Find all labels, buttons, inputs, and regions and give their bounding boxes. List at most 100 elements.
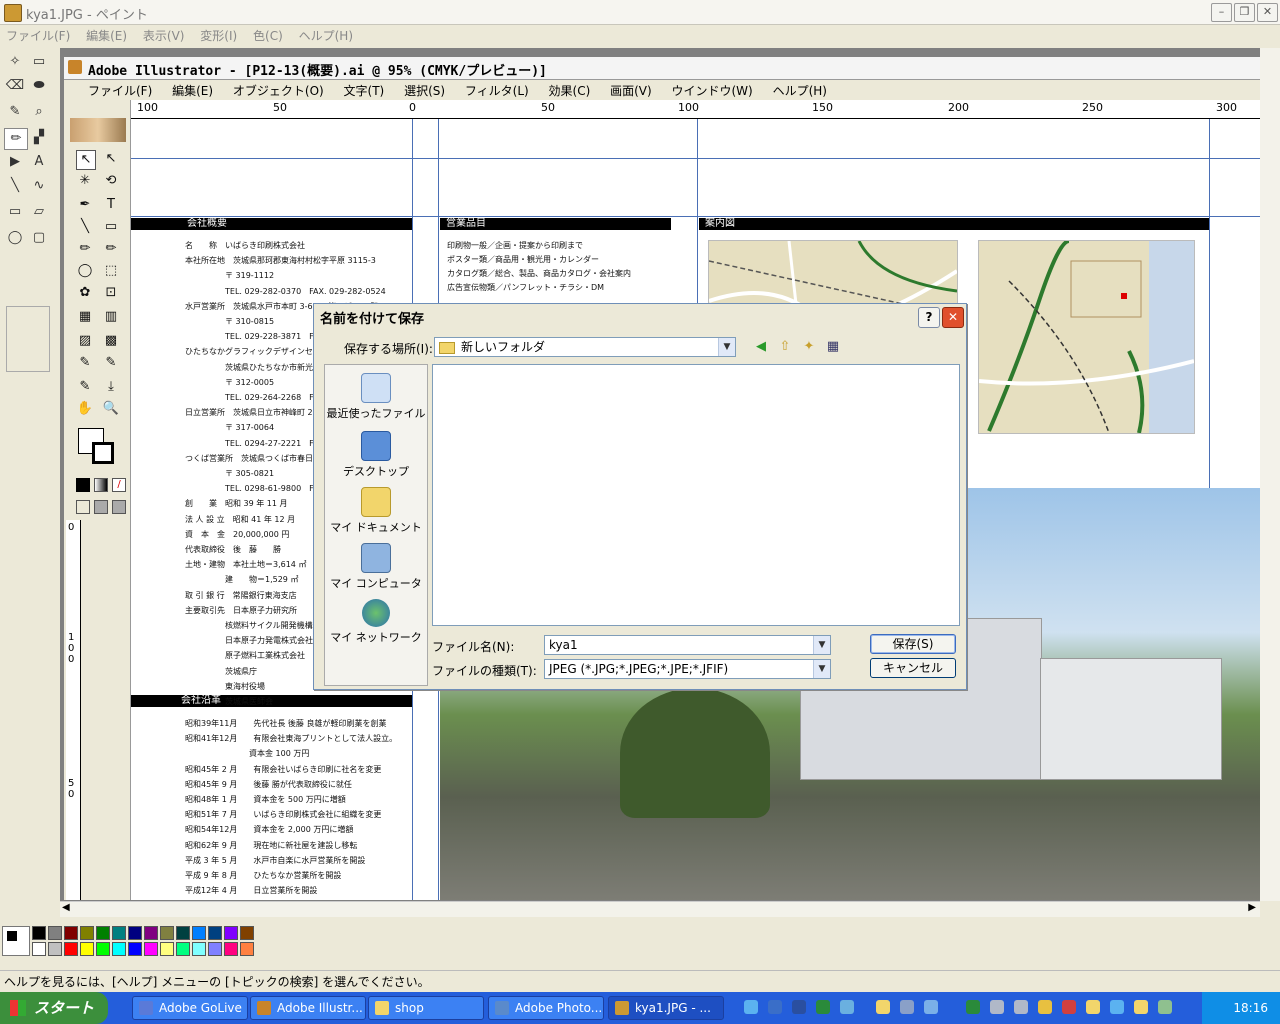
screen-mode-1-button[interactable] — [76, 500, 90, 514]
gradient-mode-button[interactable] — [94, 478, 108, 492]
start-button[interactable]: スタート — [0, 992, 108, 1024]
scale-icon[interactable]: ⬚ — [102, 262, 120, 280]
excel-icon[interactable] — [816, 1000, 830, 1014]
app-icon[interactable] — [1158, 1000, 1172, 1014]
palette-swatch[interactable] — [176, 942, 190, 956]
line-icon[interactable]: ╲ — [4, 176, 26, 196]
menu-help[interactable]: ヘルプ(H) — [293, 25, 359, 46]
dialog-close-button[interactable]: ✕ — [942, 307, 964, 328]
graph-icon[interactable]: ▥ — [102, 308, 120, 326]
palette-swatch[interactable] — [96, 942, 110, 956]
filetype-dropdown[interactable]: JPEG (*.JPG;*.JPEG;*.JPE;*.JFIF) ▼ — [544, 659, 831, 679]
palette-swatch[interactable] — [144, 926, 158, 940]
palette-swatch[interactable] — [224, 942, 238, 956]
polygon-icon[interactable]: ▱ — [28, 202, 50, 222]
free-transform-icon[interactable]: ⊡ — [102, 284, 120, 302]
task-illustrator[interactable]: Adobe Illustr... — [250, 996, 366, 1020]
pencil-tool-icon[interactable]: ✏ — [102, 240, 120, 258]
stroke-swatch[interactable] — [92, 442, 114, 464]
up-folder-icon[interactable]: ⇧ — [776, 338, 794, 356]
place-my-computer[interactable]: マイ コンピュータ — [325, 543, 427, 591]
curve-icon[interactable]: ∿ — [28, 176, 50, 196]
picker-icon[interactable]: ✎ — [4, 102, 26, 122]
warp-icon[interactable]: ✿ — [76, 284, 94, 302]
palette-swatch[interactable] — [224, 926, 238, 940]
palette-swatch[interactable] — [208, 942, 222, 956]
palette-swatch[interactable] — [96, 926, 110, 940]
app-icon[interactable] — [966, 1000, 980, 1014]
chevron-down-icon[interactable]: ▼ — [718, 338, 735, 356]
outlook-icon[interactable] — [768, 1000, 782, 1014]
pencil-icon[interactable]: ✏ — [4, 128, 28, 150]
scroll-left-icon[interactable]: ◀ — [62, 902, 70, 913]
palette-swatch[interactable] — [128, 942, 142, 956]
ie-icon[interactable] — [1110, 1000, 1124, 1014]
palette-swatch[interactable] — [160, 926, 174, 940]
network-icon[interactable] — [924, 1000, 938, 1014]
ai-menu-file[interactable]: ファイル(F) — [64, 80, 160, 101]
ai-menu-select[interactable]: 選択(S) — [396, 80, 453, 101]
gradient-icon[interactable]: ▩ — [102, 332, 120, 350]
palette-swatch[interactable] — [128, 926, 142, 940]
view-menu-icon[interactable]: ▦ — [824, 338, 842, 356]
line-segment-icon[interactable]: ╲ — [76, 218, 94, 236]
screen-mode-3-button[interactable] — [112, 500, 126, 514]
ai-menu-edit[interactable]: 編集(E) — [164, 80, 221, 101]
airbrush-icon[interactable]: ▶ — [4, 152, 26, 172]
palette-swatch[interactable] — [240, 926, 254, 940]
ellipse-icon[interactable]: ◯ — [4, 228, 26, 248]
explorer-icon[interactable] — [876, 1000, 890, 1014]
task-shop[interactable]: shop — [368, 996, 484, 1020]
scroll-right-icon[interactable]: ▶ — [1248, 902, 1256, 913]
palette-swatch[interactable] — [112, 926, 126, 940]
app-icon[interactable] — [1014, 1000, 1028, 1014]
rect-tool-icon[interactable]: ▭ — [102, 218, 120, 236]
lasso-icon[interactable]: ⟲ — [102, 172, 120, 190]
search-icon[interactable] — [900, 1000, 914, 1014]
ie-icon[interactable] — [744, 1000, 758, 1014]
menu-image[interactable]: 変形(I) — [194, 25, 243, 46]
eyedropper-icon[interactable]: ✎ — [76, 354, 94, 372]
minimize-button[interactable]: – — [1211, 3, 1232, 22]
help-button[interactable]: ? — [918, 307, 940, 328]
menu-file[interactable]: ファイル(F) — [0, 25, 76, 46]
ai-menu-object[interactable]: オブジェクト(O) — [225, 80, 332, 101]
clock[interactable]: 18:16 — [1233, 1001, 1268, 1015]
save-as-dialog[interactable]: 名前を付けて保存 ? ✕ 保存する場所(I): 新しいフォルダ ▼ ◀ ⇧ ✦ … — [313, 303, 967, 690]
menu-edit[interactable]: 編集(E) — [80, 25, 133, 46]
text-icon[interactable]: A — [28, 152, 50, 172]
app-icon[interactable] — [990, 1000, 1004, 1014]
color-mode-button[interactable] — [76, 478, 90, 492]
palette-swatch[interactable] — [80, 942, 94, 956]
palette-swatch[interactable] — [144, 942, 158, 956]
palette-swatch[interactable] — [176, 926, 190, 940]
magnifier-icon[interactable]: ⌕ — [28, 102, 50, 122]
rotate-icon[interactable]: ◯ — [76, 262, 94, 280]
symbol-sprayer-icon[interactable]: ▦ — [76, 308, 94, 326]
palette-swatch[interactable] — [240, 942, 254, 956]
selection-icon[interactable]: ↖ — [76, 150, 96, 170]
illustrator-title-bar[interactable]: Adobe Illustrator - [P12-13(概要).ai @ 95%… — [64, 57, 1260, 80]
brush-icon[interactable]: ▞ — [28, 128, 50, 148]
ai-menu-type[interactable]: 文字(T) — [336, 80, 393, 101]
palette-swatch[interactable] — [48, 926, 62, 940]
screen-mode-2-button[interactable] — [94, 500, 108, 514]
place-desktop[interactable]: デスクトップ — [325, 431, 427, 479]
palette-swatch[interactable] — [192, 926, 206, 940]
folder-icon[interactable] — [1086, 1000, 1100, 1014]
tool-options-box[interactable] — [6, 306, 50, 372]
menu-view[interactable]: 表示(V) — [137, 25, 191, 46]
close-button[interactable]: ✕ — [1257, 3, 1278, 22]
palette-swatch[interactable] — [112, 942, 126, 956]
palette-swatch[interactable] — [32, 926, 46, 940]
slice-icon[interactable]: ✎ — [76, 378, 94, 396]
vertical-scrollbar[interactable] — [1260, 48, 1280, 901]
new-folder-icon[interactable]: ✦ — [800, 338, 818, 356]
task-photoshop[interactable]: Adobe Photo... — [488, 996, 604, 1020]
none-mode-button[interactable]: / — [112, 478, 126, 492]
place-my-documents[interactable]: マイ ドキュメント — [325, 487, 427, 535]
media-icon[interactable] — [840, 1000, 854, 1014]
palette-swatch[interactable] — [64, 926, 78, 940]
place-my-network[interactable]: マイ ネットワーク — [325, 599, 427, 645]
rounded-rect-icon[interactable]: ▢ — [28, 228, 50, 248]
